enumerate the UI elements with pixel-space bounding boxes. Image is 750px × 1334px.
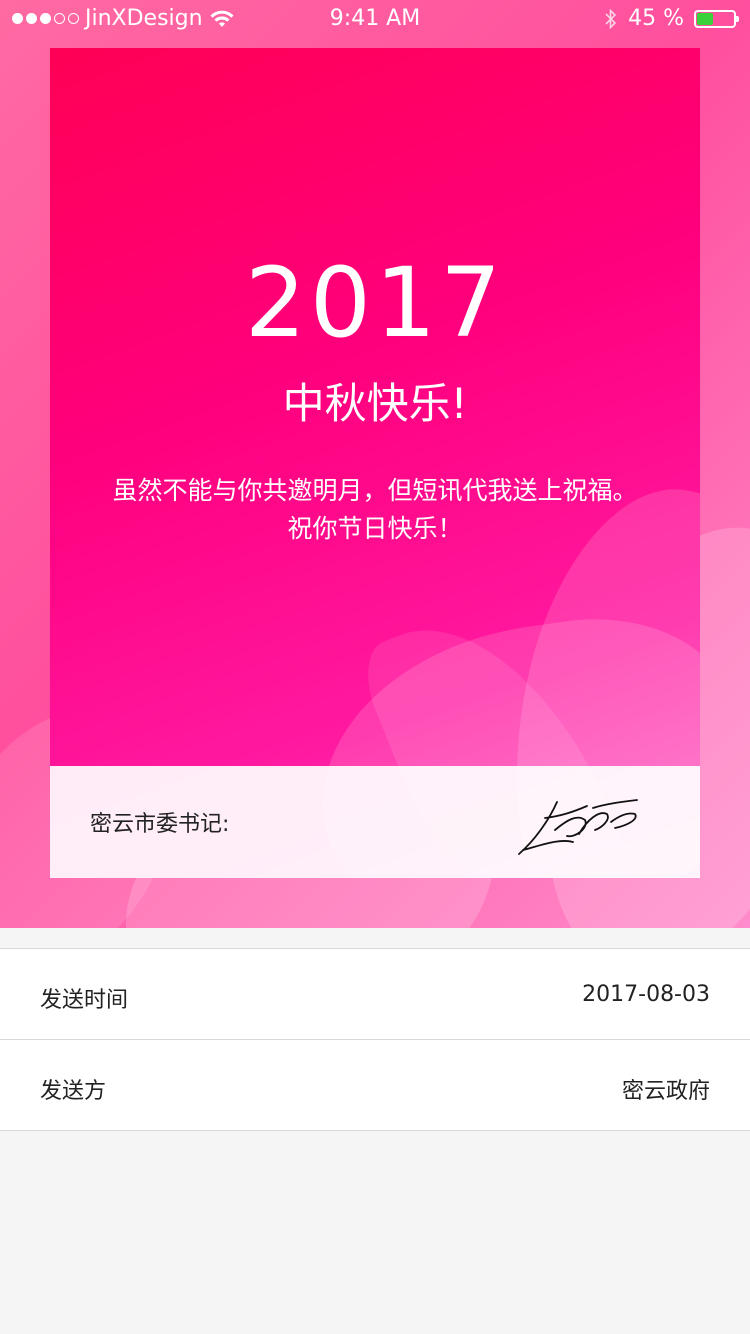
card-year: 2017 [244,247,506,359]
status-right: 45 % [604,6,739,31]
card-message-line: 虽然不能与你共邀明月，但短讯代我送上祝福。 [112,476,638,505]
card-message: 虽然不能与你共邀明月，但短讯代我送上祝福。 祝你节日快乐！ [80,472,670,548]
battery-percent: 45 % [628,6,684,31]
card-title: 中秋快乐! [282,379,468,428]
detail-value: 2017-08-03 [582,982,710,1007]
card-message-line: 祝你节日快乐！ [287,514,463,543]
battery-icon [694,9,739,28]
detail-label: 发送方 [40,1079,107,1104]
details-list: 发送时间 2017-08-03 发送方 密云政府 [0,948,750,1131]
status-bar: JinXDesign 9:41 AM 45 % [0,0,750,40]
signature-icon [518,799,638,855]
detail-value: 密云政府 [621,1079,710,1104]
signer-label: 密云市委书记: [90,812,230,837]
hero-background: JinXDesign 9:41 AM 45 % 2017 中秋快乐! 虽然不能与… [0,0,750,928]
bluetooth-icon [605,8,617,29]
detail-label: 发送时间 [40,988,129,1013]
detail-row-sender: 发送方 密云政府 [0,1039,750,1130]
battery-fill [697,12,713,25]
card-footer: 密云市委书记: [50,766,700,878]
greeting-card: 2017 中秋快乐! 虽然不能与你共邀明月，但短讯代我送上祝福。 祝你节日快乐！… [50,48,700,878]
detail-row-send-time: 发送时间 2017-08-03 [0,949,750,1039]
